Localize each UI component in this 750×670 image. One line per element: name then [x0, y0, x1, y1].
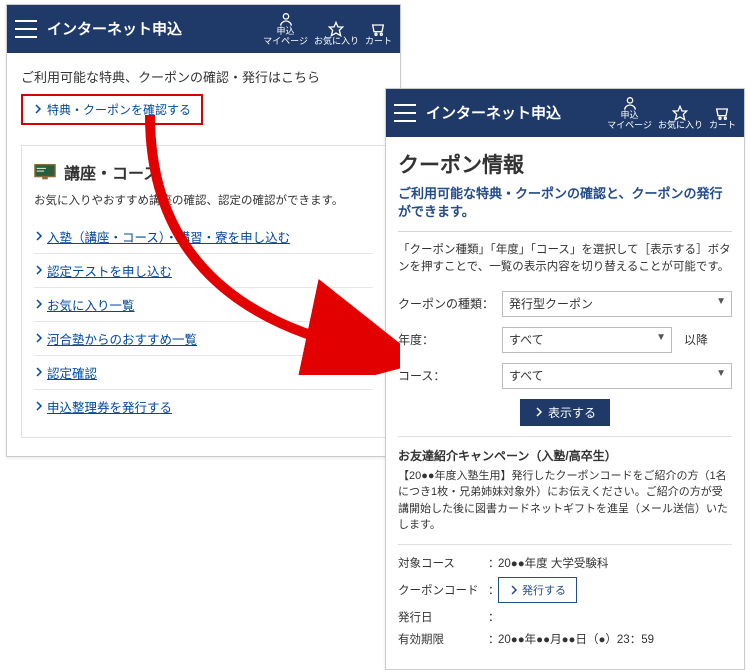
info-expire-value: 20●●年●●月●●日（●）23：59 — [498, 631, 732, 647]
header-left: インターネット申込 申込 マイページ お気に入り カート — [7, 5, 400, 53]
coupon-type-label: クーポンの種類： — [398, 295, 494, 312]
info-code-label: クーポンコード — [398, 582, 488, 598]
year-suffix: 以降 — [684, 331, 708, 348]
page-note: 「クーポン種類」「年度」「コース」を選択して［表示する］ボタンを押すことで、一覧… — [398, 242, 732, 277]
link-certify[interactable]: 認定確認 — [34, 363, 97, 382]
link-test[interactable]: 認定テストを申し込む — [34, 261, 172, 280]
year-label: 年度： — [398, 331, 494, 348]
show-button[interactable]: 表示する — [520, 399, 610, 426]
info-course-value: 20●●年度 大学受験科 — [498, 555, 732, 571]
year-select[interactable]: すべて — [502, 327, 672, 353]
info-expire-label: 有効期限 — [398, 631, 488, 647]
divider — [398, 436, 732, 437]
confirm-coupon-button[interactable]: 特典・クーポンを確認する — [21, 94, 203, 125]
mypage-icon[interactable]: 申込 マイページ — [263, 11, 308, 47]
course-select[interactable]: すべて — [502, 363, 732, 389]
intro-text: ご利用可能な特典、クーポンの確認・発行はこちら — [21, 67, 386, 86]
cart-icon[interactable]: カート — [365, 21, 392, 47]
course-section: 講座・コース お気に入りやおすすめ講座の確認、認定の確認ができます。 入塾（講座… — [21, 145, 386, 438]
info-course-label: 対象コース — [398, 555, 488, 571]
issue-button[interactable]: 発行する — [498, 577, 577, 603]
header-title-right: インターネット申込 — [426, 102, 603, 123]
campaign-title: お友達紹介キャンペーン（入塾/高卒生） — [398, 447, 732, 464]
page-subtitle: ご利用可能な特典・クーポンの確認と、クーポンの発行ができます。 — [398, 185, 732, 232]
link-recommend[interactable]: 河合塾からのおすすめ一覧 — [34, 329, 197, 348]
menu-icon[interactable] — [15, 20, 37, 38]
coupon-type-select[interactable]: 発行型クーポン — [502, 291, 732, 317]
page-title: クーポン情報 — [398, 149, 732, 179]
cart-icon[interactable]: カート — [709, 105, 736, 131]
section-desc: お気に入りやおすすめ講座の確認、認定の確認ができます。 — [34, 192, 373, 208]
link-apply[interactable]: 入塾（講座・コース）・講習・寮を申し込む — [34, 227, 290, 246]
blackboard-icon — [34, 163, 56, 181]
menu-icon[interactable] — [394, 104, 416, 122]
header-right: インターネット申込 申込 マイページ お気に入り カート — [386, 89, 744, 137]
section-title: 講座・コース — [64, 160, 159, 184]
mypage-icon[interactable]: 申込 マイページ — [607, 95, 652, 131]
divider — [398, 544, 732, 545]
link-favorites[interactable]: お気に入り一覧 — [34, 295, 135, 314]
favorite-icon[interactable]: お気に入り — [314, 21, 359, 47]
favorite-icon[interactable]: お気に入り — [658, 105, 703, 131]
link-ticket[interactable]: 申込整理券を発行する — [34, 397, 172, 416]
info-date-label: 発行日 — [398, 609, 488, 625]
header-title-left: インターネット申込 — [47, 18, 259, 39]
link-list: 入塾（講座・コース）・講習・寮を申し込む 認定テストを申し込む お気に入り一覧 … — [34, 220, 373, 423]
campaign-desc: 【20●●年度入塾生用】発行したクーポンコードをご紹介の方（1名につき1枚・兄弟… — [398, 468, 732, 534]
course-label: コース： — [398, 367, 494, 384]
